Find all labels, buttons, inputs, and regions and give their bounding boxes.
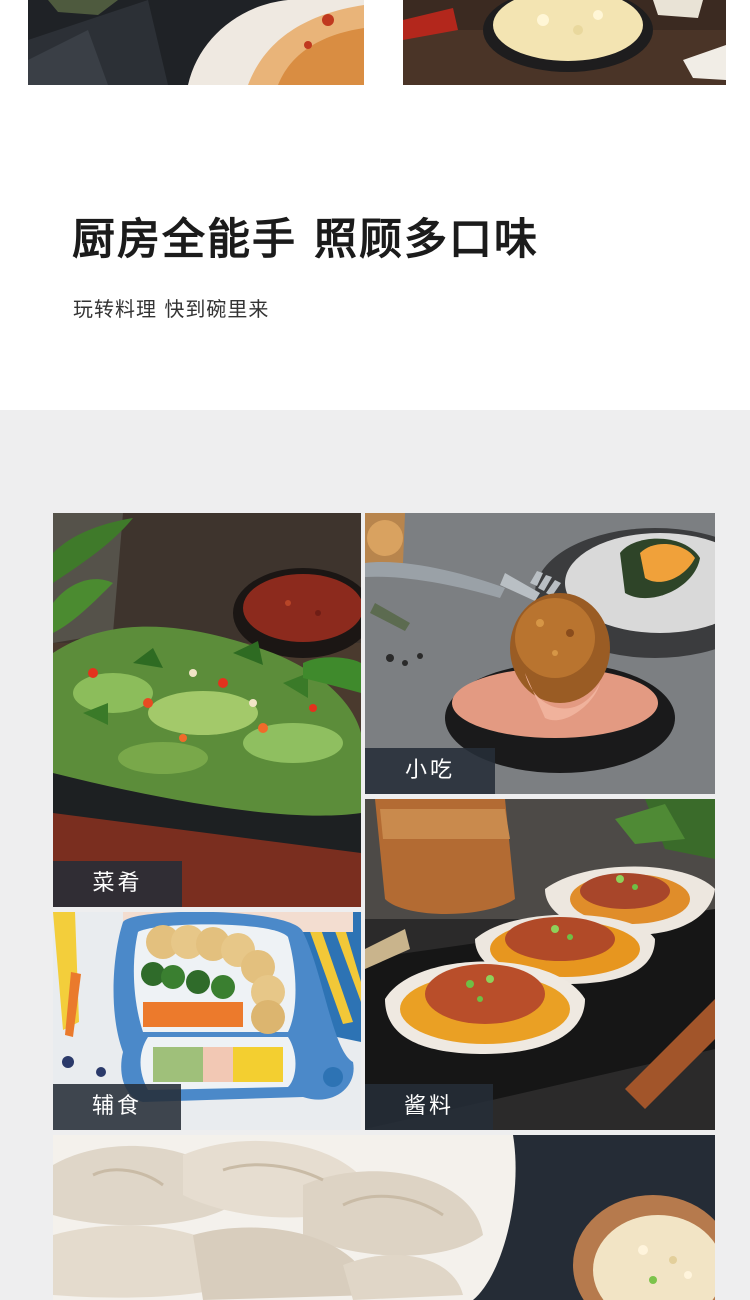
sauce-photo bbox=[365, 799, 715, 1130]
category-label-baby-food: 辅食 bbox=[53, 1084, 181, 1130]
top-garlic-photo bbox=[403, 0, 726, 85]
section-subtitle: 玩转料理 快到碗里来 bbox=[73, 297, 270, 321]
category-label-sauce: 酱料 bbox=[365, 1084, 493, 1130]
dishes-photo bbox=[53, 513, 361, 907]
dumpling-photo bbox=[53, 1135, 715, 1300]
section-title: 厨房全能手 照顾多口味 bbox=[72, 215, 539, 265]
category-label-dishes: 菜肴 bbox=[53, 861, 182, 907]
top-dumpling-photo bbox=[28, 0, 364, 85]
category-label-snacks: 小吃 bbox=[365, 748, 495, 794]
